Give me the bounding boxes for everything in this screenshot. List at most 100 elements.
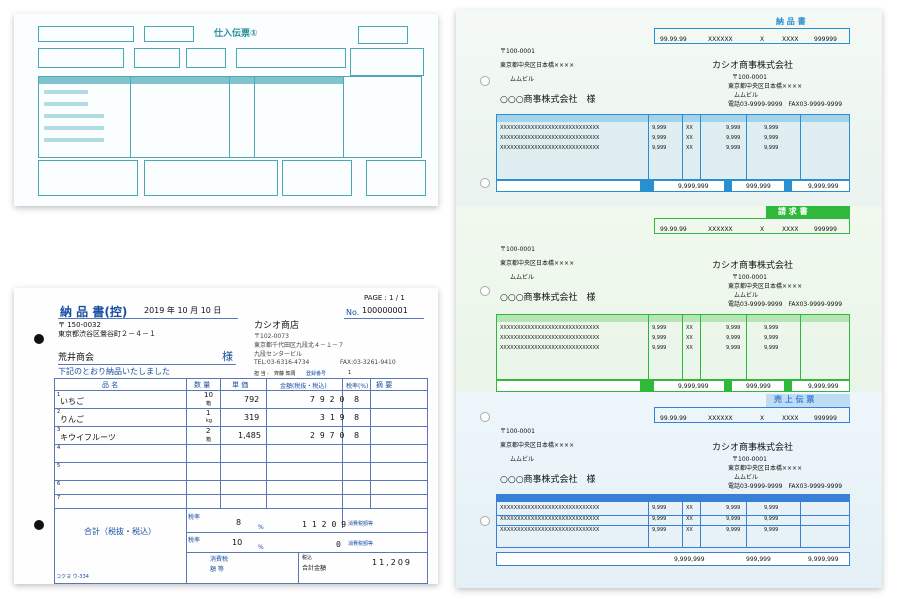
item-amount: 9,999: [764, 516, 779, 522]
form-header-box: [144, 26, 194, 42]
item-price: 9,999: [726, 516, 741, 522]
customer-address: 東京都渋谷区鶯谷町２－４－１: [58, 330, 156, 338]
tax-label: 消費税額等: [348, 521, 374, 527]
item-price: 9,999: [726, 345, 741, 351]
customer-zip: 〒100-0001: [500, 48, 535, 55]
total-bottom-line: [186, 552, 428, 553]
touroku-label: 登録番号: [306, 371, 327, 377]
row-unit: kg: [206, 418, 213, 424]
footer-total: 9,999,999: [678, 183, 709, 190]
item-unit: XX: [686, 505, 693, 511]
header-cell: XXXXXX: [708, 415, 733, 422]
col-divider: [370, 378, 371, 508]
slip-date: 2019 年 10 月 10 日: [144, 306, 222, 315]
form-summary-box: [38, 160, 138, 196]
tantou-name: 齊藤 知周: [274, 371, 296, 377]
total-amount-label1: 税込: [302, 555, 313, 561]
form-line: [44, 102, 88, 106]
company-zip: 〒100-0001: [732, 456, 767, 463]
company-name: カシオ商事株式会社: [712, 61, 794, 71]
row-no: 7: [57, 495, 61, 501]
footer-accent: [784, 380, 792, 392]
company-zip: 〒100-0001: [732, 74, 767, 81]
company-name: カシオ商事株式会社: [712, 443, 794, 453]
customer-building: ムムビル: [510, 76, 535, 83]
item-qty: 9,999: [652, 135, 667, 141]
footer-total: 9,999,999: [808, 383, 839, 390]
item-unit: XX: [686, 135, 693, 141]
company-tel: 電話03-9999-9999 FAX03-9999-9999: [728, 301, 843, 308]
row-line: [54, 444, 428, 445]
slip-no-value: 100000001: [362, 306, 408, 315]
form-info-box: [186, 48, 226, 68]
consumption-tax-label: 消費税: [210, 556, 229, 563]
item-line: XXXXXXXXXXXXXXXXXXXXXXXXXXXXX: [500, 516, 600, 522]
col-divider: [220, 378, 221, 508]
header-cell: 999999: [814, 415, 837, 422]
total-amount: 11,209: [372, 558, 412, 567]
header-cell: XXXXXX: [708, 226, 733, 233]
footer-accent: [724, 180, 732, 192]
customer-name: ○○○商事株式会社 様: [500, 95, 596, 105]
item-price: 9,999: [726, 325, 741, 331]
customer-address: 東京都中央区日本橋××××: [500, 260, 575, 267]
footer-totals: [496, 552, 850, 566]
company-building: ムムビル: [734, 292, 759, 299]
form-summary-box: [282, 160, 352, 196]
customer-building: ムムビル: [510, 274, 535, 281]
form-title: 売 上 伝 票: [774, 395, 815, 404]
form-line: [44, 138, 104, 142]
header-cell: X: [760, 36, 765, 43]
col-divider: [700, 494, 701, 548]
form-line: [44, 90, 88, 94]
company-building: ムムビル: [734, 474, 759, 481]
company-building: ムムビル: [734, 92, 759, 99]
form-header-box: [38, 26, 134, 42]
company-zip: 〒102-0073: [254, 333, 289, 340]
item-qty: 9,999: [652, 325, 667, 331]
company-name: カシオ商事株式会社: [712, 261, 794, 271]
punch-hole: [34, 520, 44, 530]
col-divider: [682, 494, 683, 548]
customer-address: 東京都中央区日本橋××××: [500, 62, 575, 69]
header-cell: 999999: [814, 36, 837, 43]
row-no: 4: [57, 445, 61, 451]
purchase-slip-form: 仕入伝票①: [14, 14, 438, 206]
header-cell: XXXX: [782, 226, 799, 233]
company-name: カシオ商店: [254, 321, 300, 331]
row-amount: 319: [320, 413, 350, 422]
header-cell: 99.99.99: [660, 415, 687, 422]
footer-total: 9,999,999: [674, 556, 705, 563]
row-line: [54, 494, 428, 495]
form-summary-box: [144, 160, 278, 196]
row-line: [54, 480, 428, 481]
footer-accent: [784, 180, 792, 192]
item-amount: 9,999: [764, 335, 779, 341]
item-line: XXXXXXXXXXXXXXXXXXXXXXXXXXXXX: [500, 527, 600, 533]
item-price: 9,999: [726, 145, 741, 151]
item-unit: XX: [686, 325, 693, 331]
row-price: 1,485: [238, 431, 261, 440]
col-divider: [266, 378, 267, 508]
col-divider: [746, 494, 747, 548]
page-label: PAGE : 1 / 1: [364, 294, 405, 302]
subtotal-2: 0: [336, 540, 341, 549]
item-unit: XX: [686, 345, 693, 351]
footer-accent: [724, 380, 732, 392]
row-item-name: いちご: [60, 397, 84, 406]
item-qty: 9,999: [652, 145, 667, 151]
item-unit: XX: [686, 145, 693, 151]
col-divider: [682, 314, 683, 380]
item-line: XXXXXXXXXXXXXXXXXXXXXXXXXXXXX: [500, 335, 600, 341]
item-line: XXXXXXXXXXXXXXXXXXXXXXXXXXXXX: [500, 145, 600, 151]
customer-name: ○○○商事株式会社 様: [500, 293, 596, 303]
item-qty: 9,999: [652, 527, 667, 533]
header-cell: XXXXXX: [708, 36, 733, 43]
rate1: 8: [236, 518, 242, 527]
punch-hole: [34, 334, 44, 344]
total-amount-label2: 合計金額: [302, 565, 327, 572]
col-divider: [800, 314, 801, 380]
customer-name: ○○○商事株式会社 様: [500, 475, 596, 485]
punch-hole: [480, 286, 490, 296]
form-title: 納 品 書: [776, 17, 806, 26]
